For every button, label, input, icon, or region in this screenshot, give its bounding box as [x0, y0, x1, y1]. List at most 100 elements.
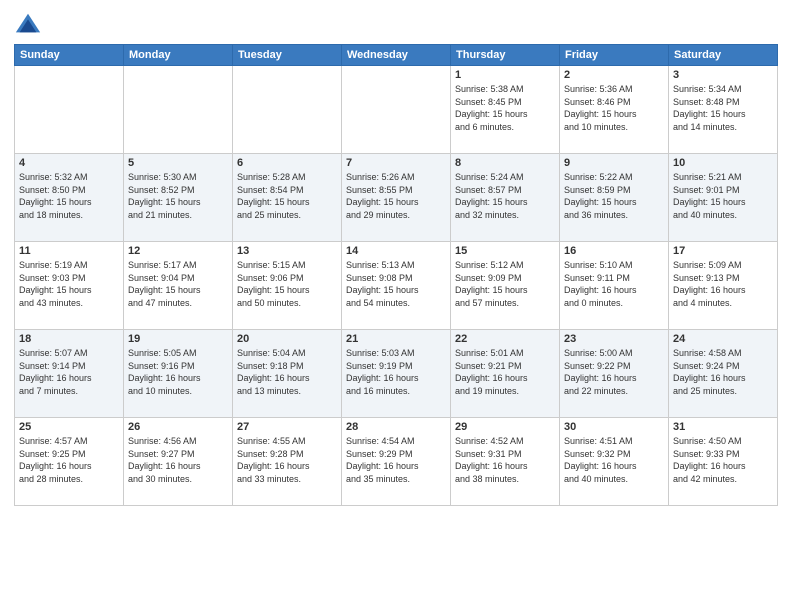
calendar-cell: 16 Sunrise: 5:10 AM Sunset: 9:11 PM Dayli… [560, 242, 669, 330]
day-number: 26 [128, 421, 228, 433]
calendar-cell: 22 Sunrise: 5:01 AM Sunset: 9:21 PM Dayli… [451, 330, 560, 418]
day-info: Sunrise: 4:55 AM Sunset: 9:28 PM Dayligh… [237, 435, 337, 485]
logo-icon [14, 10, 42, 38]
calendar-cell: 12 Sunrise: 5:17 AM Sunset: 9:04 PM Dayli… [124, 242, 233, 330]
header [14, 10, 778, 38]
day-number: 9 [564, 157, 664, 169]
weekday-header-friday: Friday [560, 45, 669, 66]
day-number: 23 [564, 333, 664, 345]
weekday-header-tuesday: Tuesday [233, 45, 342, 66]
calendar-cell: 30 Sunrise: 4:51 AM Sunset: 9:32 PM Dayli… [560, 418, 669, 506]
day-info: Sunrise: 5:12 AM Sunset: 9:09 PM Dayligh… [455, 259, 555, 309]
calendar-cell: 29Sunrise: 4:52 AM Sunset: 9:31 PM Dayli… [451, 418, 560, 506]
calendar-cell: 4 Sunrise: 5:32 AM Sunset: 8:50 PM Daylig… [15, 154, 124, 242]
day-info: Sunrise: 5:26 AM Sunset: 8:55 PM Dayligh… [346, 171, 446, 221]
calendar-cell: 26 Sunrise: 4:56 AM Sunset: 9:27 PM Dayli… [124, 418, 233, 506]
day-number: 13 [237, 245, 337, 257]
day-info: Sunrise: 5:24 AM Sunset: 8:57 PM Dayligh… [455, 171, 555, 221]
day-info: Sunrise: 5:28 AM Sunset: 8:54 PM Dayligh… [237, 171, 337, 221]
day-info: Sunrise: 5:34 AM Sunset: 8:48 PM Dayligh… [673, 83, 773, 133]
calendar-cell: 19 Sunrise: 5:05 AM Sunset: 9:16 PM Dayli… [124, 330, 233, 418]
day-info: Sunrise: 4:56 AM Sunset: 9:27 PM Dayligh… [128, 435, 228, 485]
day-info: Sunrise: 4:54 AM Sunset: 9:29 PM Dayligh… [346, 435, 446, 485]
day-number: 20 [237, 333, 337, 345]
calendar-cell: 2 Sunrise: 5:36 AM Sunset: 8:46 PM Daylig… [560, 66, 669, 154]
day-number: 30 [564, 421, 664, 433]
calendar-cell: 21 Sunrise: 5:03 AM Sunset: 9:19 PM Dayli… [342, 330, 451, 418]
calendar-cell: 3 Sunrise: 5:34 AM Sunset: 8:48 PM Daylig… [669, 66, 778, 154]
day-number: 14 [346, 245, 446, 257]
weekday-header-saturday: Saturday [669, 45, 778, 66]
day-number: 21 [346, 333, 446, 345]
day-number: 16 [564, 245, 664, 257]
day-info: Sunrise: 5:19 AM Sunset: 9:03 PM Dayligh… [19, 259, 119, 309]
calendar-cell: 8 Sunrise: 5:24 AM Sunset: 8:57 PM Daylig… [451, 154, 560, 242]
day-number: 2 [564, 69, 664, 81]
day-number: 15 [455, 245, 555, 257]
calendar-cell [124, 66, 233, 154]
calendar-cell: 5 Sunrise: 5:30 AM Sunset: 8:52 PM Daylig… [124, 154, 233, 242]
calendar-cell: 27Sunrise: 4:55 AM Sunset: 9:28 PM Dayli… [233, 418, 342, 506]
day-number: 7 [346, 157, 446, 169]
calendar-cell [15, 66, 124, 154]
weekday-header-monday: Monday [124, 45, 233, 66]
calendar-row-4: 25 Sunrise: 4:57 AM Sunset: 9:25 PM Dayli… [15, 418, 778, 506]
day-info: Sunrise: 5:10 AM Sunset: 9:11 PM Dayligh… [564, 259, 664, 309]
calendar-row-2: 11 Sunrise: 5:19 AM Sunset: 9:03 PM Dayli… [15, 242, 778, 330]
calendar-cell: 7 Sunrise: 5:26 AM Sunset: 8:55 PM Daylig… [342, 154, 451, 242]
calendar-cell: 20 Sunrise: 5:04 AM Sunset: 9:18 PM Dayli… [233, 330, 342, 418]
day-info: Sunrise: 5:04 AM Sunset: 9:18 PM Dayligh… [237, 347, 337, 397]
day-info: Sunrise: 4:50 AM Sunset: 9:33 PM Dayligh… [673, 435, 773, 485]
day-number: 22 [455, 333, 555, 345]
day-number: 4 [19, 157, 119, 169]
day-number: 17 [673, 245, 773, 257]
page: SundayMondayTuesdayWednesdayThursdayFrid… [0, 0, 792, 612]
day-info: Sunrise: 5:01 AM Sunset: 9:21 PM Dayligh… [455, 347, 555, 397]
day-number: 18 [19, 333, 119, 345]
day-number: 3 [673, 69, 773, 81]
calendar-cell: 25 Sunrise: 4:57 AM Sunset: 9:25 PM Dayli… [15, 418, 124, 506]
day-info: Sunrise: 5:30 AM Sunset: 8:52 PM Dayligh… [128, 171, 228, 221]
day-info: Sunrise: 5:17 AM Sunset: 9:04 PM Dayligh… [128, 259, 228, 309]
calendar-cell: 31Sunrise: 4:50 AM Sunset: 9:33 PM Dayli… [669, 418, 778, 506]
day-number: 10 [673, 157, 773, 169]
day-info: Sunrise: 5:05 AM Sunset: 9:16 PM Dayligh… [128, 347, 228, 397]
calendar-cell [342, 66, 451, 154]
day-number: 5 [128, 157, 228, 169]
calendar-cell: 18Sunrise: 5:07 AM Sunset: 9:14 PM Dayli… [15, 330, 124, 418]
day-number: 8 [455, 157, 555, 169]
day-info: Sunrise: 5:38 AM Sunset: 8:45 PM Dayligh… [455, 83, 555, 133]
calendar-cell: 14 Sunrise: 5:13 AM Sunset: 9:08 PM Dayli… [342, 242, 451, 330]
day-info: Sunrise: 5:09 AM Sunset: 9:13 PM Dayligh… [673, 259, 773, 309]
day-number: 19 [128, 333, 228, 345]
weekday-header-row: SundayMondayTuesdayWednesdayThursdayFrid… [15, 45, 778, 66]
calendar-cell: 24 Sunrise: 4:58 AM Sunset: 9:24 PM Dayli… [669, 330, 778, 418]
day-info: Sunrise: 5:15 AM Sunset: 9:06 PM Dayligh… [237, 259, 337, 309]
calendar-cell: 1Sunrise: 5:38 AM Sunset: 8:45 PM Daylig… [451, 66, 560, 154]
weekday-header-thursday: Thursday [451, 45, 560, 66]
calendar-cell: 6 Sunrise: 5:28 AM Sunset: 8:54 PM Daylig… [233, 154, 342, 242]
day-info: Sunrise: 5:13 AM Sunset: 9:08 PM Dayligh… [346, 259, 446, 309]
day-info: Sunrise: 5:00 AM Sunset: 9:22 PM Dayligh… [564, 347, 664, 397]
calendar-cell: 23 Sunrise: 5:00 AM Sunset: 9:22 PM Dayli… [560, 330, 669, 418]
day-info: Sunrise: 4:58 AM Sunset: 9:24 PM Dayligh… [673, 347, 773, 397]
day-number: 11 [19, 245, 119, 257]
day-number: 24 [673, 333, 773, 345]
calendar-cell: 17 Sunrise: 5:09 AM Sunset: 9:13 PM Dayli… [669, 242, 778, 330]
logo [14, 10, 46, 38]
calendar-cell: 13 Sunrise: 5:15 AM Sunset: 9:06 PM Dayli… [233, 242, 342, 330]
day-number: 6 [237, 157, 337, 169]
day-info: Sunrise: 4:51 AM Sunset: 9:32 PM Dayligh… [564, 435, 664, 485]
calendar-cell: 10Sunrise: 5:21 AM Sunset: 9:01 PM Dayli… [669, 154, 778, 242]
weekday-header-sunday: Sunday [15, 45, 124, 66]
calendar-cell: 11 Sunrise: 5:19 AM Sunset: 9:03 PM Dayli… [15, 242, 124, 330]
calendar-row-3: 18Sunrise: 5:07 AM Sunset: 9:14 PM Dayli… [15, 330, 778, 418]
day-info: Sunrise: 4:57 AM Sunset: 9:25 PM Dayligh… [19, 435, 119, 485]
calendar-cell: 15 Sunrise: 5:12 AM Sunset: 9:09 PM Dayli… [451, 242, 560, 330]
day-info: Sunrise: 5:36 AM Sunset: 8:46 PM Dayligh… [564, 83, 664, 133]
calendar-cell [233, 66, 342, 154]
day-number: 25 [19, 421, 119, 433]
day-info: Sunrise: 5:03 AM Sunset: 9:19 PM Dayligh… [346, 347, 446, 397]
day-number: 12 [128, 245, 228, 257]
day-info: Sunrise: 5:32 AM Sunset: 8:50 PM Dayligh… [19, 171, 119, 221]
